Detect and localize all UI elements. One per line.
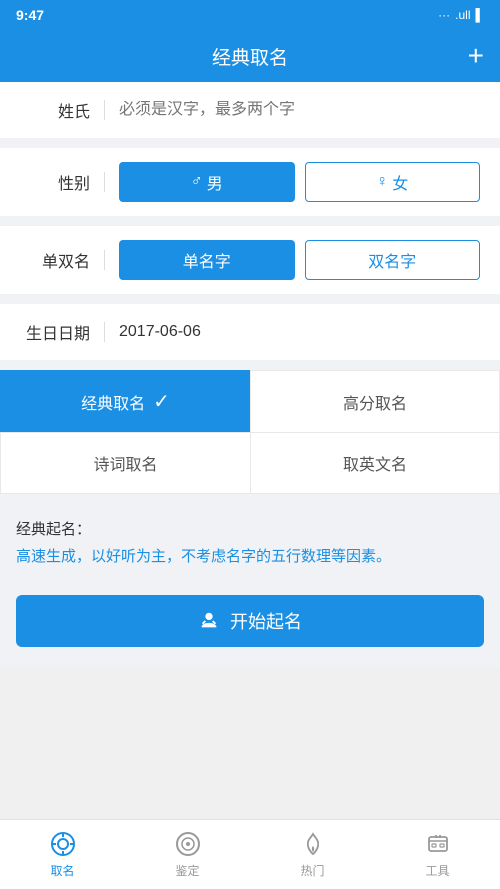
gender-toggle-group: ♂ 男 ♀ 女 bbox=[119, 162, 480, 202]
birthday-row: 生日日期 2017-06-06 bbox=[0, 304, 500, 360]
gender-section: 性别 ♂ 男 ♀ 女 bbox=[0, 148, 500, 216]
header: 经典取名 + bbox=[0, 30, 500, 82]
tab-poem[interactable]: 诗词取名 bbox=[0, 432, 250, 494]
gender-female-button[interactable]: ♀ 女 bbox=[305, 162, 481, 202]
separator4 bbox=[104, 322, 105, 342]
nav-tools-label: 工具 bbox=[425, 862, 449, 879]
nav-tools-icon bbox=[424, 830, 452, 858]
single-name-label: 单名字 bbox=[183, 248, 231, 272]
birthday-section: 生日日期 2017-06-06 bbox=[0, 304, 500, 360]
male-symbol: ♂ bbox=[191, 173, 203, 191]
status-time: 9:47 bbox=[16, 7, 44, 23]
status-bar: 9:47 ··· .ull ▌ bbox=[0, 0, 500, 30]
tab-section: 经典取名 ✓ 高分取名 诗词取名 取英文名 bbox=[0, 370, 500, 494]
gender-row: 性别 ♂ 男 ♀ 女 bbox=[0, 148, 500, 216]
separator2 bbox=[104, 172, 105, 192]
double-name-button[interactable]: 双名字 bbox=[305, 240, 481, 280]
tab-highscore[interactable]: 高分取名 bbox=[250, 370, 500, 432]
double-name-label: 双名字 bbox=[368, 248, 416, 272]
surname-input[interactable] bbox=[119, 101, 480, 119]
surname-label: 姓氏 bbox=[20, 98, 90, 122]
signal-bars: .ull bbox=[455, 8, 470, 22]
nav-naming-icon bbox=[49, 830, 77, 858]
nav-hot-icon bbox=[299, 830, 327, 858]
battery-icon: ▌ bbox=[475, 8, 484, 22]
nametype-label: 单双名 bbox=[20, 248, 90, 272]
tab-highscore-label: 高分取名 bbox=[343, 390, 407, 414]
nav-naming[interactable]: 取名 bbox=[0, 820, 125, 889]
nav-appraisal-icon bbox=[174, 830, 202, 858]
nav-tools[interactable]: 工具 bbox=[375, 820, 500, 889]
bottom-nav: 取名 鉴定 热门 bbox=[0, 819, 500, 889]
nav-hot-label: 热门 bbox=[300, 862, 324, 879]
person-icon bbox=[198, 610, 220, 632]
surname-row: 姓氏 bbox=[0, 82, 500, 138]
single-name-button[interactable]: 单名字 bbox=[119, 240, 295, 280]
gender-label: 性别 bbox=[20, 170, 90, 194]
signal-dots: ··· bbox=[438, 8, 450, 22]
tab-classic[interactable]: 经典取名 ✓ bbox=[0, 370, 250, 432]
tab-poem-label: 诗词取名 bbox=[93, 451, 157, 475]
add-button[interactable]: + bbox=[468, 42, 484, 70]
tab-classic-label: 经典取名 bbox=[81, 390, 145, 414]
content: 姓氏 性别 ♂ 男 ♀ 女 单双名 bbox=[0, 82, 500, 667]
tab-english-label: 取英文名 bbox=[343, 451, 407, 475]
birthday-value[interactable]: 2017-06-06 bbox=[119, 323, 201, 341]
gender-male-button[interactable]: ♂ 男 bbox=[119, 162, 295, 202]
description-section: 经典起名： 高速生成，以好听为主，不考虑名字的五行数理等因素。 bbox=[0, 504, 500, 575]
nametype-section: 单双名 单名字 双名字 bbox=[0, 226, 500, 294]
nametype-toggle-group: 单名字 双名字 bbox=[119, 240, 480, 280]
tab-row: 经典取名 ✓ 高分取名 诗词取名 取英文名 bbox=[0, 370, 500, 494]
separator3 bbox=[104, 250, 105, 270]
status-icons: ··· .ull ▌ bbox=[438, 8, 484, 22]
nav-appraisal[interactable]: 鉴定 bbox=[125, 820, 250, 889]
birthday-label: 生日日期 bbox=[20, 320, 90, 344]
separator bbox=[104, 100, 105, 120]
nav-hot[interactable]: 热门 bbox=[250, 820, 375, 889]
desc-title: 经典起名： bbox=[16, 518, 484, 539]
female-symbol: ♀ bbox=[376, 173, 388, 191]
desc-text: 高速生成，以好听为主，不考虑名字的五行数理等因素。 bbox=[16, 545, 484, 569]
tab-english[interactable]: 取英文名 bbox=[250, 432, 500, 494]
male-label: 男 bbox=[207, 170, 223, 194]
start-label: 开始起名 bbox=[230, 608, 302, 634]
nav-appraisal-label: 鉴定 bbox=[175, 862, 199, 879]
header-title: 经典取名 bbox=[212, 43, 288, 70]
nametype-row: 单双名 单名字 双名字 bbox=[0, 226, 500, 294]
check-icon: ✓ bbox=[153, 389, 170, 414]
female-label: 女 bbox=[392, 170, 408, 194]
start-button-section: 开始起名 bbox=[0, 575, 500, 667]
nav-naming-label: 取名 bbox=[50, 862, 74, 879]
start-button[interactable]: 开始起名 bbox=[16, 595, 484, 647]
surname-section: 姓氏 bbox=[0, 82, 500, 138]
